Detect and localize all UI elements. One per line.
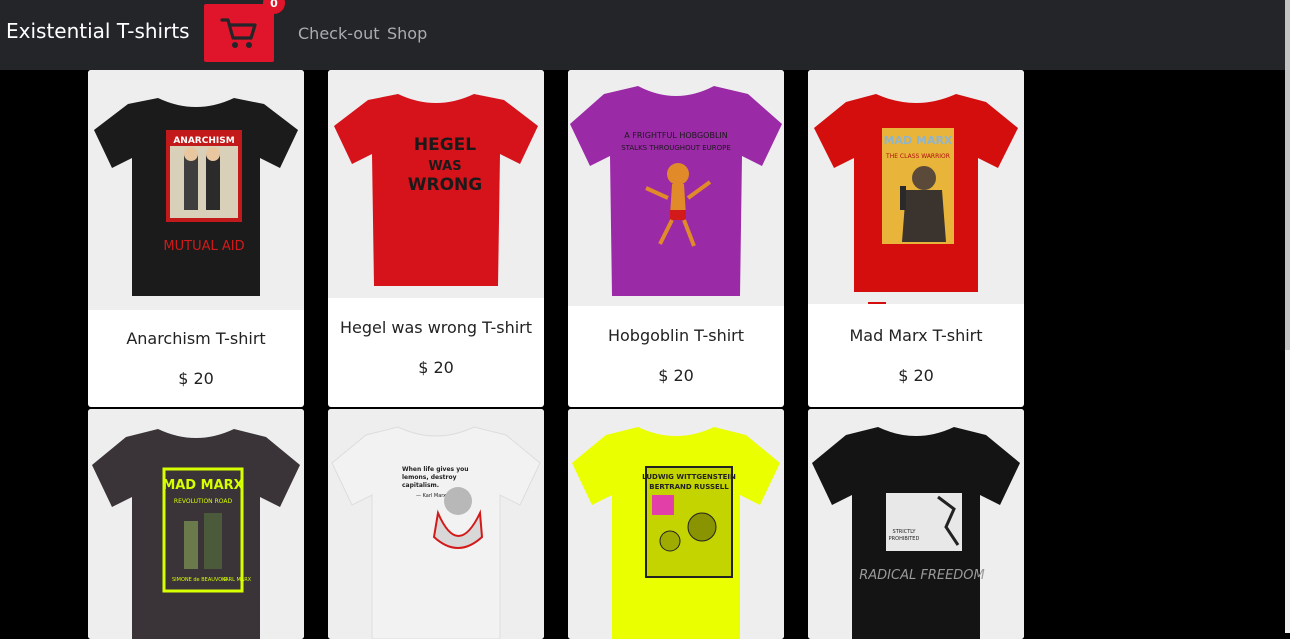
svg-text:When life gives you: When life gives you <box>402 466 469 473</box>
product-title[interactable]: Mad Marx T-shirt <box>808 326 1024 345</box>
svg-text:capitalism.: capitalism. <box>402 482 439 489</box>
product-price: $ 20 <box>418 358 454 377</box>
product-title[interactable]: Hegel was wrong T-shirt <box>328 318 544 337</box>
product-title[interactable]: Anarchism T-shirt <box>88 329 304 348</box>
svg-text:STALKS THROUGHOUT EUROPE: STALKS THROUGHOUT EUROPE <box>621 144 731 152</box>
svg-text:A FRIGHTFUL HOBGOBLIN: A FRIGHTFUL HOBGOBLIN <box>624 131 728 140</box>
scrollbar[interactable] <box>1285 0 1290 633</box>
product-image[interactable]: A FRIGHTFUL HOBGOBLIN STALKS THROUGHOUT … <box>568 70 784 306</box>
svg-text:STRICTLY: STRICTLY <box>893 529 917 535</box>
brand-title[interactable]: Existential T-shirts <box>6 19 190 43</box>
product-image[interactable]: HEGEL WAS WRONG <box>328 70 544 298</box>
svg-text:PROHIBITED: PROHIBITED <box>889 536 920 542</box>
product-image[interactable]: ANARCHISM MUTUAL AID <box>88 70 304 310</box>
product-price: $ 20 <box>658 366 694 385</box>
product-card[interactable]: STRICTLY PROHIBITED RADICAL FREEDOM <box>808 409 1024 639</box>
navbar: Existential T-shirts 0 Check-out Shop <box>0 0 1285 70</box>
svg-text:KARL MARX: KARL MARX <box>222 577 252 583</box>
svg-text:MAD MARX: MAD MARX <box>162 478 243 493</box>
product-title[interactable]: Hobgoblin T-shirt <box>568 326 784 345</box>
cart-button[interactable] <box>204 4 274 62</box>
svg-text:MAD MARX: MAD MARX <box>884 134 953 147</box>
nav-link-checkout[interactable]: Check-out <box>298 24 380 43</box>
product-price: $ 20 <box>898 366 934 385</box>
svg-text:THE CLASS WARRIOR: THE CLASS WARRIOR <box>885 153 950 160</box>
scrollbar-thumb[interactable] <box>1285 0 1290 350</box>
nav-link-shop[interactable]: Shop <box>387 24 427 43</box>
svg-text:MUTUAL AID: MUTUAL AID <box>163 239 244 254</box>
product-image[interactable]: When life gives you lemons, destroy capi… <box>328 409 544 639</box>
product-card[interactable]: ANARCHISM MUTUAL AID Anarchism T-shirt $… <box>88 70 304 407</box>
product-image[interactable]: LUDWIG WITTGENSTEIN BERTRAND RUSSELL <box>568 409 784 639</box>
svg-text:WRONG: WRONG <box>408 175 482 195</box>
product-card[interactable]: When life gives you lemons, destroy capi… <box>328 409 544 639</box>
product-image[interactable]: STRICTLY PROHIBITED RADICAL FREEDOM <box>808 409 1024 639</box>
product-image[interactable]: MAD MARX REVOLUTION ROAD SIMONE de BEAUV… <box>88 409 304 639</box>
svg-text:ANARCHISM: ANARCHISM <box>173 136 234 146</box>
product-price: $ 20 <box>178 369 214 388</box>
svg-text:WAS: WAS <box>428 159 461 174</box>
svg-text:BERTRAND RUSSELL: BERTRAND RUSSELL <box>649 483 729 491</box>
product-card[interactable]: LUDWIG WITTGENSTEIN BERTRAND RUSSELL <box>568 409 784 639</box>
product-card[interactable]: HEGEL WAS WRONG Hegel was wrong T-shirt … <box>328 70 544 407</box>
product-card[interactable]: MAD MARX REVOLUTION ROAD SIMONE de BEAUV… <box>88 409 304 639</box>
svg-text:SIMONE de BEAUVOIR: SIMONE de BEAUVOIR <box>172 577 228 583</box>
svg-text:lemons, destroy: lemons, destroy <box>402 474 457 481</box>
svg-text:HEGEL: HEGEL <box>414 135 476 155</box>
product-card[interactable]: A FRIGHTFUL HOBGOBLIN STALKS THROUGHOUT … <box>568 70 784 407</box>
product-card[interactable]: MAD MARX THE CLASS WARRIOR Mad Marx T-sh… <box>808 70 1024 407</box>
svg-text:LUDWIG WITTGENSTEIN: LUDWIG WITTGENSTEIN <box>642 473 736 481</box>
cart-icon <box>220 18 257 48</box>
product-image[interactable]: MAD MARX THE CLASS WARRIOR <box>808 70 1024 304</box>
svg-text:— Karl Marx: — Karl Marx <box>416 493 446 499</box>
svg-text:REVOLUTION ROAD: REVOLUTION ROAD <box>174 498 233 505</box>
svg-text:RADICAL FREEDOM: RADICAL FREEDOM <box>859 568 985 583</box>
